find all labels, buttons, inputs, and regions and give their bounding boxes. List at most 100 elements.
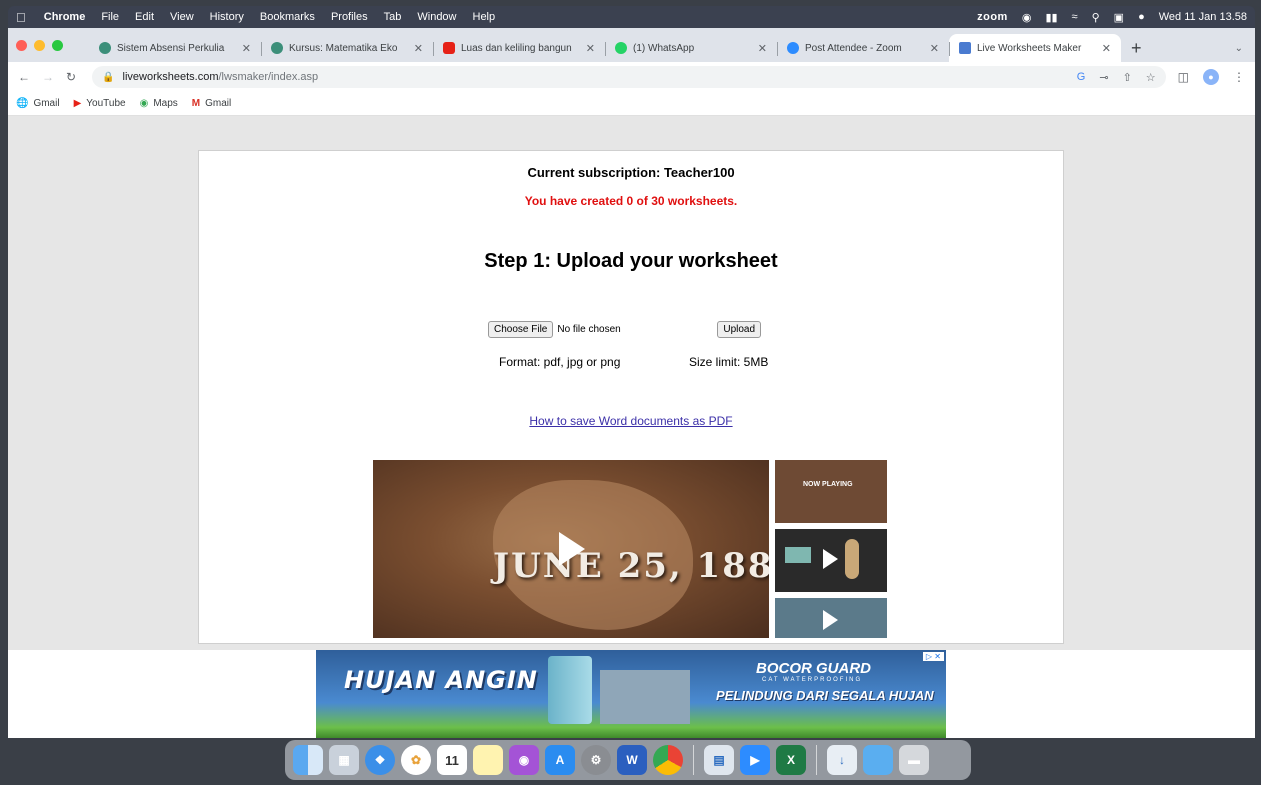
close-tab-icon[interactable]: ✕ bbox=[758, 42, 767, 55]
search-icon[interactable]: ⚲ bbox=[1092, 11, 1100, 24]
calendar-day: 11 bbox=[445, 752, 459, 768]
menu-help[interactable]: Help bbox=[473, 11, 496, 23]
menu-history[interactable]: History bbox=[210, 11, 244, 23]
word-icon[interactable]: W bbox=[617, 745, 647, 775]
finder-icon[interactable] bbox=[293, 745, 323, 775]
ad-tagline: PELINDUNG DARI SEGALA HUJAN bbox=[716, 688, 934, 703]
menu-window[interactable]: Window bbox=[417, 11, 456, 23]
tab-whatsapp[interactable]: (1) WhatsApp ✕ bbox=[605, 34, 777, 62]
gmail-icon: M bbox=[191, 98, 201, 109]
forward-icon[interactable]: → bbox=[42, 70, 54, 84]
menu-file[interactable]: File bbox=[101, 11, 119, 23]
playlist-thumb-1[interactable]: NOW PLAYING bbox=[775, 460, 887, 523]
play-icon[interactable] bbox=[559, 532, 585, 566]
liveworksheets-icon bbox=[959, 42, 971, 54]
more-menu-icon[interactable]: ⋮ bbox=[1233, 70, 1245, 84]
upload-button[interactable]: Upload bbox=[717, 321, 762, 338]
file-upload-row: Choose File No file chosen Upload bbox=[488, 321, 762, 338]
choose-file-button[interactable]: Choose File bbox=[488, 321, 554, 338]
system-preferences-icon[interactable]: ⚙ bbox=[581, 745, 611, 775]
siri-icon[interactable]: ● bbox=[1138, 11, 1145, 23]
menubar-clock[interactable]: Wed 11 Jan 13.58 bbox=[1159, 11, 1247, 23]
menu-tab[interactable]: Tab bbox=[384, 11, 402, 23]
close-window-button[interactable] bbox=[16, 39, 27, 51]
bookmark-star-icon[interactable]: ☆ bbox=[1146, 71, 1156, 84]
tab-sistem-absensi[interactable]: Sistem Absensi Perkulia ✕ bbox=[89, 34, 261, 62]
house-image bbox=[600, 670, 690, 724]
dock-divider bbox=[693, 745, 694, 775]
close-tab-icon[interactable]: ✕ bbox=[1102, 42, 1111, 55]
notes-icon[interactable] bbox=[473, 745, 503, 775]
control-center-icon[interactable]: ▣ bbox=[1114, 11, 1124, 24]
close-tab-icon[interactable]: ✕ bbox=[242, 42, 251, 55]
bookmark-maps[interactable]: ◉ Maps bbox=[140, 98, 178, 109]
ad-close-icon[interactable]: ▷ ✕ bbox=[922, 652, 944, 661]
zoom-icon[interactable]: ▶ bbox=[740, 745, 770, 775]
menu-view[interactable]: View bbox=[170, 11, 194, 23]
wifi-icon[interactable]: ≈ bbox=[1072, 11, 1078, 23]
howto-pdf-link-text[interactable]: How to save Word documents as PDF bbox=[529, 414, 732, 428]
chrome-icon[interactable] bbox=[653, 745, 683, 775]
folder-icon[interactable] bbox=[863, 745, 893, 775]
new-tab-button[interactable]: + bbox=[1121, 34, 1152, 62]
excel-icon[interactable]: X bbox=[776, 745, 806, 775]
menu-app-name[interactable]: Chrome bbox=[44, 11, 86, 23]
menu-edit[interactable]: Edit bbox=[135, 11, 154, 23]
app-store-icon[interactable]: A bbox=[545, 745, 575, 775]
reload-icon[interactable]: ↻ bbox=[66, 70, 76, 84]
profile-avatar[interactable]: ● bbox=[1203, 69, 1219, 85]
playlist-thumb-2[interactable] bbox=[775, 529, 887, 592]
play-icon[interactable] bbox=[823, 549, 838, 569]
close-tab-icon[interactable]: ✕ bbox=[930, 42, 939, 55]
tab-live-worksheets[interactable]: Live Worksheets Maker ✕ bbox=[949, 34, 1121, 62]
back-icon[interactable]: ← bbox=[18, 70, 30, 84]
playlist-thumb-3[interactable] bbox=[775, 598, 887, 638]
ad-brand: BOCOR GUARD bbox=[756, 660, 871, 677]
tab-kursus[interactable]: Kursus: Matematika Eko ✕ bbox=[261, 34, 433, 62]
tab-luas-keliling[interactable]: Luas dan keliling bangun ✕ bbox=[433, 34, 605, 62]
bookmark-youtube[interactable]: ▶ YouTube bbox=[74, 98, 126, 109]
launchpad-icon[interactable]: ▦ bbox=[329, 745, 359, 775]
preview-icon[interactable]: ▤ bbox=[704, 745, 734, 775]
close-tab-icon[interactable]: ✕ bbox=[414, 42, 423, 55]
password-key-icon[interactable]: ⊸ bbox=[1099, 71, 1108, 84]
podcasts-icon[interactable]: ◉ bbox=[509, 745, 539, 775]
menu-profiles[interactable]: Profiles bbox=[331, 11, 368, 23]
menu-bookmarks[interactable]: Bookmarks bbox=[260, 11, 315, 23]
browser-window: Sistem Absensi Perkulia ✕ Kursus: Matema… bbox=[8, 28, 1255, 738]
tab-search-chevron-icon[interactable]: ⌄ bbox=[1235, 34, 1243, 62]
page-viewport: Current subscription: Teacher100 You hav… bbox=[8, 116, 1255, 738]
play-icon[interactable] bbox=[823, 610, 838, 630]
tab-title: Luas dan keliling bangun bbox=[461, 42, 572, 54]
photos-icon[interactable]: ✿ bbox=[401, 745, 431, 775]
minimize-window-button[interactable] bbox=[34, 39, 45, 51]
safari-icon[interactable]: ❖ bbox=[365, 745, 395, 775]
calendar-icon[interactable]: 11 bbox=[437, 745, 467, 775]
maximize-window-button[interactable] bbox=[52, 39, 63, 51]
bookmark-gmail-globe[interactable]: 🌐 Gmail bbox=[16, 98, 60, 109]
trash-icon[interactable]: ▬ bbox=[899, 745, 929, 775]
tab-title: Post Attendee - Zoom bbox=[805, 42, 902, 54]
now-playing-label: NOW PLAYING bbox=[803, 481, 853, 488]
ad-banner[interactable]: HUJAN ANGIN BOCOR GUARD CAT WATERPROOFIN… bbox=[316, 650, 946, 738]
whatsapp-icon bbox=[615, 42, 627, 54]
screen-record-icon[interactable]: ◉ bbox=[1022, 11, 1032, 24]
apple-icon[interactable]:  bbox=[16, 10, 26, 25]
address-bar[interactable]: 🔒 liveworksheets.com/lwsmaker/index.asp … bbox=[92, 66, 1166, 88]
dock-divider bbox=[816, 745, 817, 775]
video-player[interactable]: JUNE 25, 1880 bbox=[373, 460, 769, 638]
zoom-status-item[interactable]: zoom bbox=[977, 11, 1008, 23]
thumb-scene bbox=[785, 547, 811, 563]
side-panel-icon[interactable]: ◫ bbox=[1178, 70, 1189, 84]
close-tab-icon[interactable]: ✕ bbox=[586, 42, 595, 55]
tab-zoom[interactable]: Post Attendee - Zoom ✕ bbox=[777, 34, 949, 62]
youtube-icon bbox=[443, 42, 455, 54]
share-icon[interactable]: ⇧ bbox=[1123, 71, 1132, 84]
video-playlist: NOW PLAYING bbox=[775, 460, 887, 644]
downloads-icon[interactable]: ↓ bbox=[827, 745, 857, 775]
ad-subbrand: CAT WATERPROOFING bbox=[762, 677, 863, 683]
google-lens-icon[interactable]: G bbox=[1077, 71, 1086, 84]
bookmark-gmail[interactable]: M Gmail bbox=[192, 98, 231, 109]
lock-icon[interactable]: 🔒 bbox=[102, 72, 114, 83]
battery-icon[interactable]: ▮▮ bbox=[1045, 11, 1057, 24]
